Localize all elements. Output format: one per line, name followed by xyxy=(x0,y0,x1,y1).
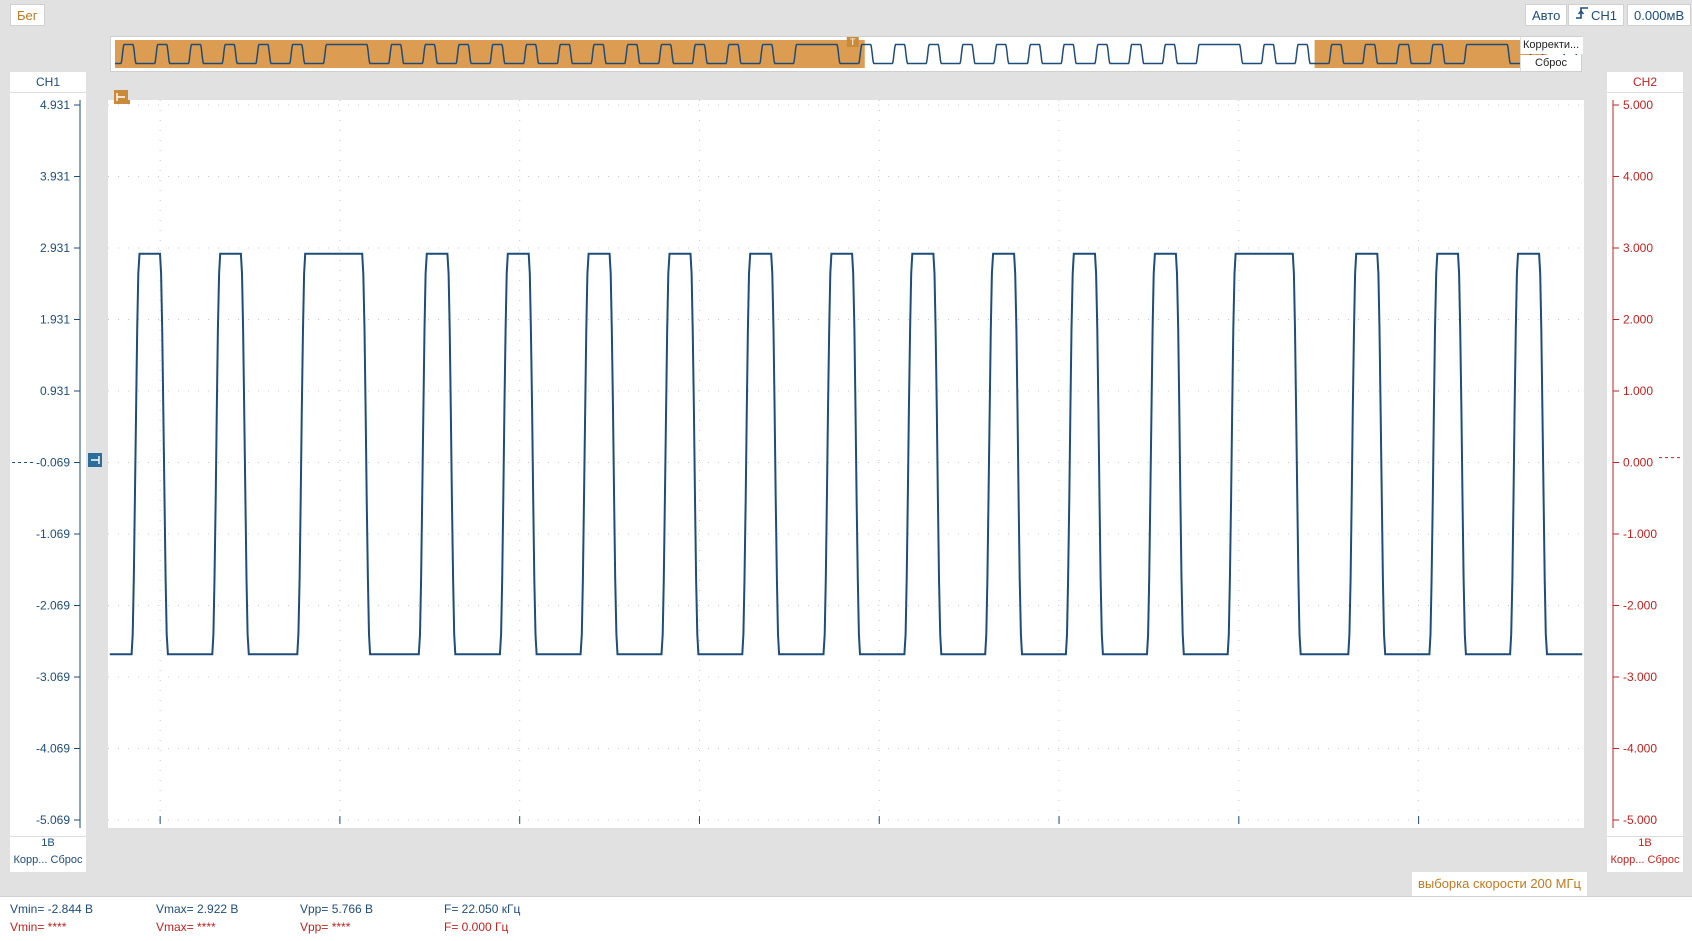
ch1-tick-label: 1.931 xyxy=(40,313,70,327)
grid xyxy=(108,100,1584,828)
ch1-correct-button[interactable]: Корр... xyxy=(14,854,48,866)
ch2-axis: 5.000 4.000 3.000 2.000 1.000 0.000 -1.000 -2.0… xyxy=(1612,100,1681,828)
trigger-mode-button[interactable]: Авто xyxy=(1525,4,1568,26)
ch2-axis-panel: CH2 5.000 4.000 3.000 2.000 1.000 0.000 -1.000… xyxy=(1607,72,1683,872)
ch1-tick-label: -2.069 xyxy=(36,599,70,613)
sample-rate-label: выборка скорости 200 МГц xyxy=(1412,872,1587,896)
svg-text:T: T xyxy=(850,37,856,47)
ch1-tick-label: -4.069 xyxy=(36,742,70,756)
ch1-tick-label: -0.069 xyxy=(36,456,70,470)
ch2-frequency: F= 0.000 Гц xyxy=(444,920,509,934)
waveform-display[interactable]: +100 us+200 us+300 us+400 us+500 us+600 … xyxy=(108,88,1584,847)
overview-waveform: T xyxy=(115,35,1580,68)
ch2-tick-label: 0.000 xyxy=(1623,456,1653,470)
ch1-offset-marker-icon[interactable] xyxy=(88,453,102,467)
ch1-scale[interactable]: 1В xyxy=(10,836,86,849)
ch2-tick-label: -2.000 xyxy=(1623,599,1657,613)
rising-edge-icon xyxy=(1575,5,1591,27)
trigger-source-button[interactable]: CH1 xyxy=(1568,4,1625,27)
ch1-reset-button[interactable]: Сброс xyxy=(51,854,83,866)
overview-reset-button[interactable]: Сброс xyxy=(1520,55,1581,71)
time-axis: +100 us+200 us+300 us+400 us+500 us+600 … xyxy=(139,816,1440,847)
ch2-vmin: Vmin= **** xyxy=(10,920,67,934)
ch1-tick-label: -1.069 xyxy=(36,527,70,541)
ch2-label[interactable]: CH2 xyxy=(1607,72,1683,93)
ch2-tick-label: 2.000 xyxy=(1623,313,1653,327)
ch2-tick-label: -3.000 xyxy=(1623,670,1657,684)
trigger-position-marker[interactable] xyxy=(114,90,128,104)
ch2-vpp: Vpp= **** xyxy=(300,920,351,934)
run-stop-button[interactable]: Бег xyxy=(10,4,45,26)
ch2-tick-label: 4.000 xyxy=(1623,170,1653,184)
ch1-series-line xyxy=(109,252,1583,656)
ch1-tick-label: 3.931 xyxy=(40,170,70,184)
ch2-reset-button[interactable]: Сброс xyxy=(1648,854,1680,866)
waveform-plot: +100 us+200 us+300 us+400 us+500 us+600 … xyxy=(108,88,1584,847)
ch1-tick-label: -5.069 xyxy=(36,813,70,827)
ch1-tick-label: -3.069 xyxy=(36,670,70,684)
measurements-panel: Vmin= -2.844 В Vmax= 2.922 В Vpp= 5.766 … xyxy=(0,896,1692,941)
overview-correct-button[interactable]: Корректи... xyxy=(1520,37,1583,54)
ch1-axis: 4.931 3.931 2.931 1.931 0.931 -0.069 -1.069 -2.… xyxy=(12,100,81,828)
ch2-vmax: Vmax= **** xyxy=(156,920,216,934)
ch1-tick-label: 4.931 xyxy=(40,100,70,112)
ch1-vpp: Vpp= 5.766 В xyxy=(300,902,374,916)
ch1-label[interactable]: CH1 xyxy=(10,72,86,93)
ch2-tick-label: -1.000 xyxy=(1623,527,1657,541)
trigger-level-button[interactable]: 0.000мВ xyxy=(1627,4,1692,26)
ch2-tick-label: -5.000 xyxy=(1623,813,1657,827)
ch2-correct-button[interactable]: Корр... xyxy=(1611,854,1645,866)
ch2-tick-label: -4.000 xyxy=(1623,742,1657,756)
ch1-tick-label: 2.931 xyxy=(40,241,70,255)
ch2-scale[interactable]: 1В xyxy=(1607,836,1683,849)
ch2-tick-label: 5.000 xyxy=(1623,100,1653,112)
waveform-overview[interactable]: T xyxy=(110,35,1582,72)
overview-trigger-marker[interactable]: T xyxy=(846,35,859,47)
ch2-tick-label: 3.000 xyxy=(1623,241,1653,255)
ch1-vmax: Vmax= 2.922 В xyxy=(156,902,239,916)
ch2-tick-label: 1.000 xyxy=(1623,384,1653,398)
ch1-frequency: F= 22.050 кГц xyxy=(444,902,521,916)
trigger-channel: CH1 xyxy=(1591,8,1618,23)
ch1-tick-label: 0.931 xyxy=(40,384,70,398)
ch1-vmin: Vmin= -2.844 В xyxy=(10,902,94,916)
ch1-axis-panel: CH1 4.931 3.931 2.931 1.931 0.931 -0.069 -1.06… xyxy=(10,72,86,872)
